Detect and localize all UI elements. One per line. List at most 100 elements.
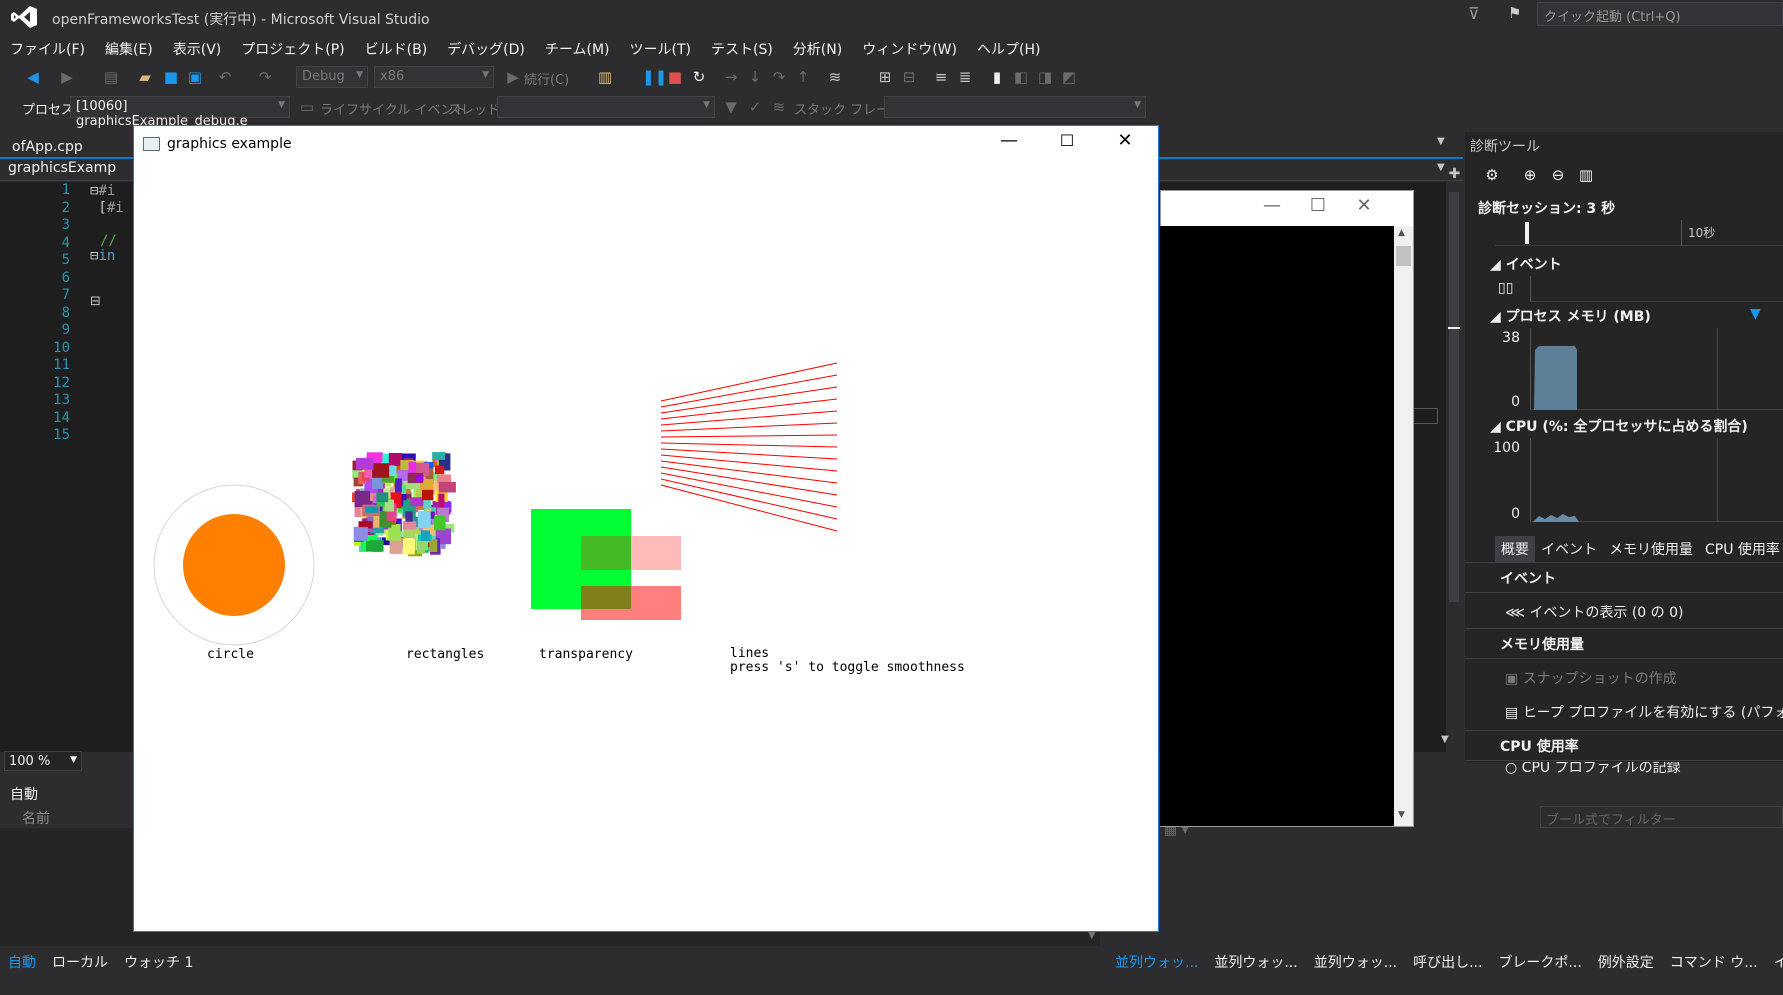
new-project-icon[interactable]: ▤	[102, 68, 120, 86]
prev-bookmark-icon[interactable]: ◧	[1012, 68, 1030, 86]
menu-item-10[interactable]: ウィンドウ(W)	[852, 36, 967, 58]
panel-tab[interactable]: 例外設定	[1590, 948, 1662, 974]
panel-tab[interactable]: イミデ	[1766, 948, 1783, 974]
close-icon[interactable]: ✕	[1341, 191, 1387, 221]
show-events-link[interactable]: ⋘ イベントの表示 (0 の 0)	[1505, 602, 1683, 622]
solution-platform-select[interactable]: x86 ▼	[374, 66, 494, 88]
pause-icon[interactable]: ❚❚	[642, 68, 667, 86]
fold-toggle-line-5[interactable]: ⊟in	[90, 249, 124, 266]
enable-heap-profile-button[interactable]: ▤ ヒープ プロファイルを有効にする (パフォーマ	[1505, 702, 1783, 722]
settings-gear-icon[interactable]: ⚙	[1483, 166, 1501, 184]
panel-tab[interactable]: ウォッチ 1	[116, 948, 201, 974]
feedback-filter-icon[interactable]: ⊽	[1468, 4, 1486, 23]
autos-scroll-down-icon[interactable]: ▼	[1088, 930, 1102, 946]
menu-item-0[interactable]: ファイル(F)	[0, 36, 95, 58]
console-scroll-thumb[interactable]	[1396, 246, 1411, 266]
diagnostic-tab[interactable]: 概要	[1495, 536, 1535, 562]
solution-config-select[interactable]: Debug ▼	[296, 66, 368, 88]
clear-bookmarks-icon[interactable]: ◩	[1060, 68, 1078, 86]
scroll-down-icon[interactable]: ▼	[1398, 810, 1405, 820]
record-cpu-profile-button[interactable]: ○ CPU プロファイルの記録	[1505, 762, 1681, 776]
save-icon[interactable]: ■	[162, 68, 180, 86]
navigate-forward-icon[interactable]: ▶	[58, 68, 76, 86]
cpu-section-header[interactable]: ◢ CPU (%: 全プロセッサに占める割合)	[1490, 416, 1748, 436]
memory-section-header[interactable]: ◢ プロセス メモリ (MB)	[1490, 306, 1651, 326]
process-select[interactable]: [10060] graphicsExample_debug.e ▼	[70, 96, 290, 129]
stop-icon[interactable]: ■	[666, 68, 684, 86]
scroll-down-icon[interactable]: ▼	[1441, 734, 1449, 745]
console-output[interactable]	[1160, 226, 1394, 826]
thread-select[interactable]: ▼	[497, 96, 715, 118]
stack-frame-select[interactable]: ▼	[884, 96, 1146, 118]
panel-tab[interactable]: ブレークポ...	[1490, 948, 1589, 974]
menu-item-7[interactable]: ツール(T)	[620, 36, 701, 58]
step-into-icon[interactable]: ↓	[746, 68, 764, 86]
menu-item-5[interactable]: デバッグ(D)	[437, 36, 535, 58]
restart-icon[interactable]: ↻	[690, 68, 708, 86]
undo-icon[interactable]: ↶	[216, 68, 234, 86]
continue-button[interactable]: 続行(C)	[524, 69, 569, 88]
bookmark-icon[interactable]: ▮	[988, 68, 1006, 86]
document-tab[interactable]: ofApp.cpp	[0, 136, 95, 158]
zoom-out-icon[interactable]: ⊖	[1549, 166, 1567, 184]
thread-filter-icon[interactable]: ▼	[722, 98, 740, 116]
step-out-icon[interactable]: ↑	[794, 68, 812, 86]
tab-overflow-icon[interactable]: ▼	[1437, 136, 1445, 147]
indent-icon[interactable]: ≡	[932, 68, 950, 86]
open-file-icon[interactable]: ▰	[136, 68, 154, 86]
timeline-cursor[interactable]	[1525, 222, 1529, 244]
diagnostic-tab[interactable]: イベント	[1535, 536, 1603, 562]
menu-item-4[interactable]: ビルド(B)	[355, 36, 438, 58]
split-editor-icon[interactable]: ✚	[1446, 166, 1463, 182]
events-section-header[interactable]: ◢ イベント	[1490, 254, 1562, 274]
console-scrollbar[interactable]: ▲ ▼	[1394, 226, 1413, 826]
flag-filter-icon[interactable]: ✓	[746, 98, 764, 116]
scrollbar-thumb[interactable]	[1449, 192, 1459, 602]
reset-view-icon[interactable]: ▥	[1577, 166, 1595, 184]
scroll-up-icon[interactable]: ▲	[1398, 228, 1405, 238]
diagnostic-tab[interactable]: CPU 使用率	[1699, 536, 1783, 562]
step-over-icon[interactable]: ↷	[770, 68, 788, 86]
zoom-in-icon[interactable]: ⊕	[1521, 166, 1539, 184]
panel-tab[interactable]: 呼び出し...	[1405, 948, 1490, 974]
next-bookmark-icon[interactable]: ◨	[1036, 68, 1054, 86]
outdent-icon[interactable]: ≣	[956, 68, 974, 86]
thread-flags-icon[interactable]: ≋	[826, 68, 844, 86]
editor-vertical-scrollbar[interactable]	[1446, 182, 1463, 752]
menu-item-6[interactable]: チーム(M)	[535, 36, 620, 58]
diagnostic-tab[interactable]: メモリ使用量	[1603, 536, 1699, 562]
minimize-icon[interactable]: —	[1249, 191, 1295, 221]
menu-item-11[interactable]: ヘルプ(H)	[967, 36, 1050, 58]
project-nav-select[interactable]: graphicsExamp	[8, 160, 116, 176]
menu-item-2[interactable]: 表示(V)	[163, 36, 232, 58]
save-all-icon[interactable]: ▣	[186, 68, 204, 86]
panel-tab[interactable]: ローカル	[44, 948, 116, 974]
hex-display-icon[interactable]: ⊞	[876, 68, 894, 86]
take-snapshot-button[interactable]: ▣ スナップショットの作成	[1505, 668, 1677, 688]
menu-item-3[interactable]: プロジェクト(P)	[231, 36, 354, 58]
panel-tab[interactable]: 自動	[0, 948, 44, 974]
process-filter-icon[interactable]: ▥	[596, 68, 614, 86]
quick-launch-input[interactable]: クイック起動 (Ctrl+Q)	[1537, 2, 1783, 26]
navigate-back-icon[interactable]: ◀	[24, 68, 42, 86]
panel-tab[interactable]: 並列ウォッ...	[1206, 948, 1305, 974]
panel-tab[interactable]: コマンド ウ...	[1662, 948, 1766, 974]
fold-toggle-line-9[interactable]: ⊟	[90, 294, 101, 309]
notification-icon[interactable]: ⚑	[1508, 4, 1530, 24]
columns-icon[interactable]: ⊟	[900, 68, 918, 86]
menu-item-8[interactable]: テスト(S)	[701, 36, 783, 58]
panel-tab[interactable]: 並列ウォッ...	[1107, 948, 1206, 974]
redo-icon[interactable]: ↷	[256, 68, 274, 86]
lifecycle-events-button[interactable]: ライフサイクル イベント	[320, 99, 466, 118]
panel-tab[interactable]: 並列ウォッ...	[1306, 948, 1405, 974]
maximize-icon[interactable]: ☐	[1295, 191, 1341, 221]
nav-overflow-icon[interactable]: ▼	[1437, 162, 1445, 173]
menu-item-9[interactable]: 分析(N)	[783, 36, 852, 58]
graphics-example-window[interactable]: — ☐ ✕ circle rectangles transparency lin…	[133, 125, 1159, 932]
pause-events-icon[interactable]: ▯▯	[1498, 280, 1513, 296]
timeline-ruler[interactable]	[1495, 220, 1783, 246]
graphics-canvas[interactable]	[134, 126, 1158, 931]
menu-item-1[interactable]: 編集(E)	[95, 36, 163, 58]
fold-toggle-line-1[interactable]: ⊟#i	[90, 184, 124, 201]
boolean-filter-input[interactable]: ブール式でフィルター	[1540, 806, 1783, 828]
